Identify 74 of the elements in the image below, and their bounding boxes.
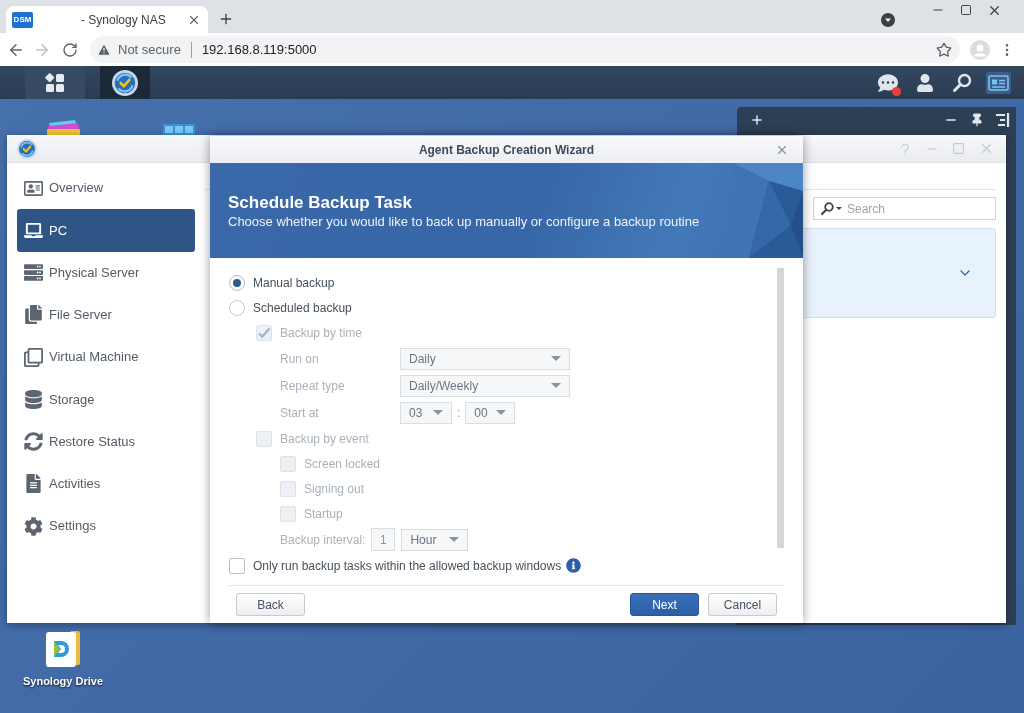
add-icon[interactable] [750, 113, 764, 127]
laptop-icon [24, 220, 43, 240]
radio-button[interactable] [229, 299, 245, 316]
wizard-description: Choose whether you would like to back up manually or configure a backup routine [228, 213, 700, 230]
caret-icon [449, 537, 460, 542]
wizard-button[interactable]: Back [236, 593, 305, 616]
sidebar-item[interactable]: PC [17, 209, 195, 252]
warning-icon [97, 42, 111, 57]
dialog-title: Agent Backup Creation Wizard [418, 141, 595, 159]
primary-button[interactable]: Next [630, 593, 699, 616]
database-icon [24, 389, 43, 409]
field-label: Repeat type [280, 377, 345, 395]
sidebar-item[interactable]: Virtual Machine [17, 336, 195, 379]
shortcut-label: Synology Drive [22, 674, 104, 689]
maximize-icon[interactable] [960, 4, 972, 16]
app-shortcut-icon[interactable] [45, 120, 81, 135]
caret-icon [551, 383, 561, 388]
document-icon [24, 474, 43, 494]
search-box[interactable]: Search [813, 197, 996, 220]
bookmark-star-icon[interactable] [936, 41, 952, 58]
info-icon[interactable] [566, 558, 582, 573]
reload-icon[interactable] [62, 41, 78, 58]
sidebar-item[interactable]: Storage [17, 378, 195, 421]
address-field[interactable]: Not secure 192.168.8.119:5000 [90, 36, 960, 63]
id-card-icon [24, 178, 43, 198]
search-icon [821, 202, 834, 215]
search-input[interactable]: Search [847, 198, 995, 219]
caret-icon [551, 356, 561, 361]
checkbox[interactable] [229, 557, 245, 574]
radio-label[interactable]: Scheduled backup [253, 298, 352, 317]
close-icon[interactable] [987, 3, 1002, 18]
security-indicator[interactable]: Not secure [97, 39, 181, 60]
radio-label[interactable]: Manual backup [253, 273, 335, 292]
drive-app-icon [44, 630, 82, 668]
caret-icon [496, 410, 507, 415]
sidebar-item[interactable]: Overview [17, 167, 195, 210]
favicon: DSM [12, 11, 33, 28]
caret-icon [836, 207, 842, 210]
user-icon[interactable] [916, 73, 934, 92]
overlapping-squares-icon [24, 347, 43, 367]
wizard-button[interactable]: Cancel [708, 593, 777, 616]
app-button[interactable] [100, 66, 150, 99]
refresh-icon [24, 432, 43, 452]
panel-toggle-icon[interactable] [996, 113, 1010, 127]
settings-icon [24, 516, 43, 536]
app-logo-icon [112, 69, 138, 96]
files-icon [24, 305, 43, 325]
sidebar-item[interactable]: Restore Status [17, 420, 195, 463]
scrollbar[interactable] [777, 268, 784, 548]
field-label: Backup interval: [280, 531, 366, 549]
wizard-heading: Schedule Backup Task [228, 193, 412, 213]
sidebar-item[interactable]: File Server [17, 293, 195, 336]
app-logo-icon [17, 138, 37, 159]
radio-button[interactable] [229, 274, 245, 291]
search-icon[interactable] [952, 72, 972, 93]
chat-icon[interactable] [878, 72, 898, 93]
pin-icon[interactable] [970, 113, 984, 127]
caret-circle-icon[interactable] [881, 13, 895, 27]
server-icon [24, 263, 43, 283]
caret-icon [433, 410, 443, 415]
checkbox-label[interactable]: Only run backup tasks within the allowed backup windows [253, 556, 562, 575]
field-label: Start at [280, 404, 319, 422]
field-label: Run on [280, 350, 319, 368]
sidebar-item[interactable]: Activities [17, 462, 195, 505]
new-tab-icon[interactable] [218, 11, 234, 27]
grid-icon [45, 72, 65, 93]
desktop-shortcut[interactable]: Synology Drive [20, 630, 106, 690]
card-icon[interactable] [986, 71, 1011, 94]
sidebar-item[interactable]: Settings [17, 505, 195, 548]
time-separator: : [457, 404, 461, 422]
sidebar-item[interactable]: Physical Server [17, 251, 195, 294]
main-menu-button[interactable] [25, 66, 85, 99]
app-shortcut-icon[interactable] [163, 122, 195, 135]
browser-tab[interactable]: DSM - Synology NAS [6, 6, 208, 33]
